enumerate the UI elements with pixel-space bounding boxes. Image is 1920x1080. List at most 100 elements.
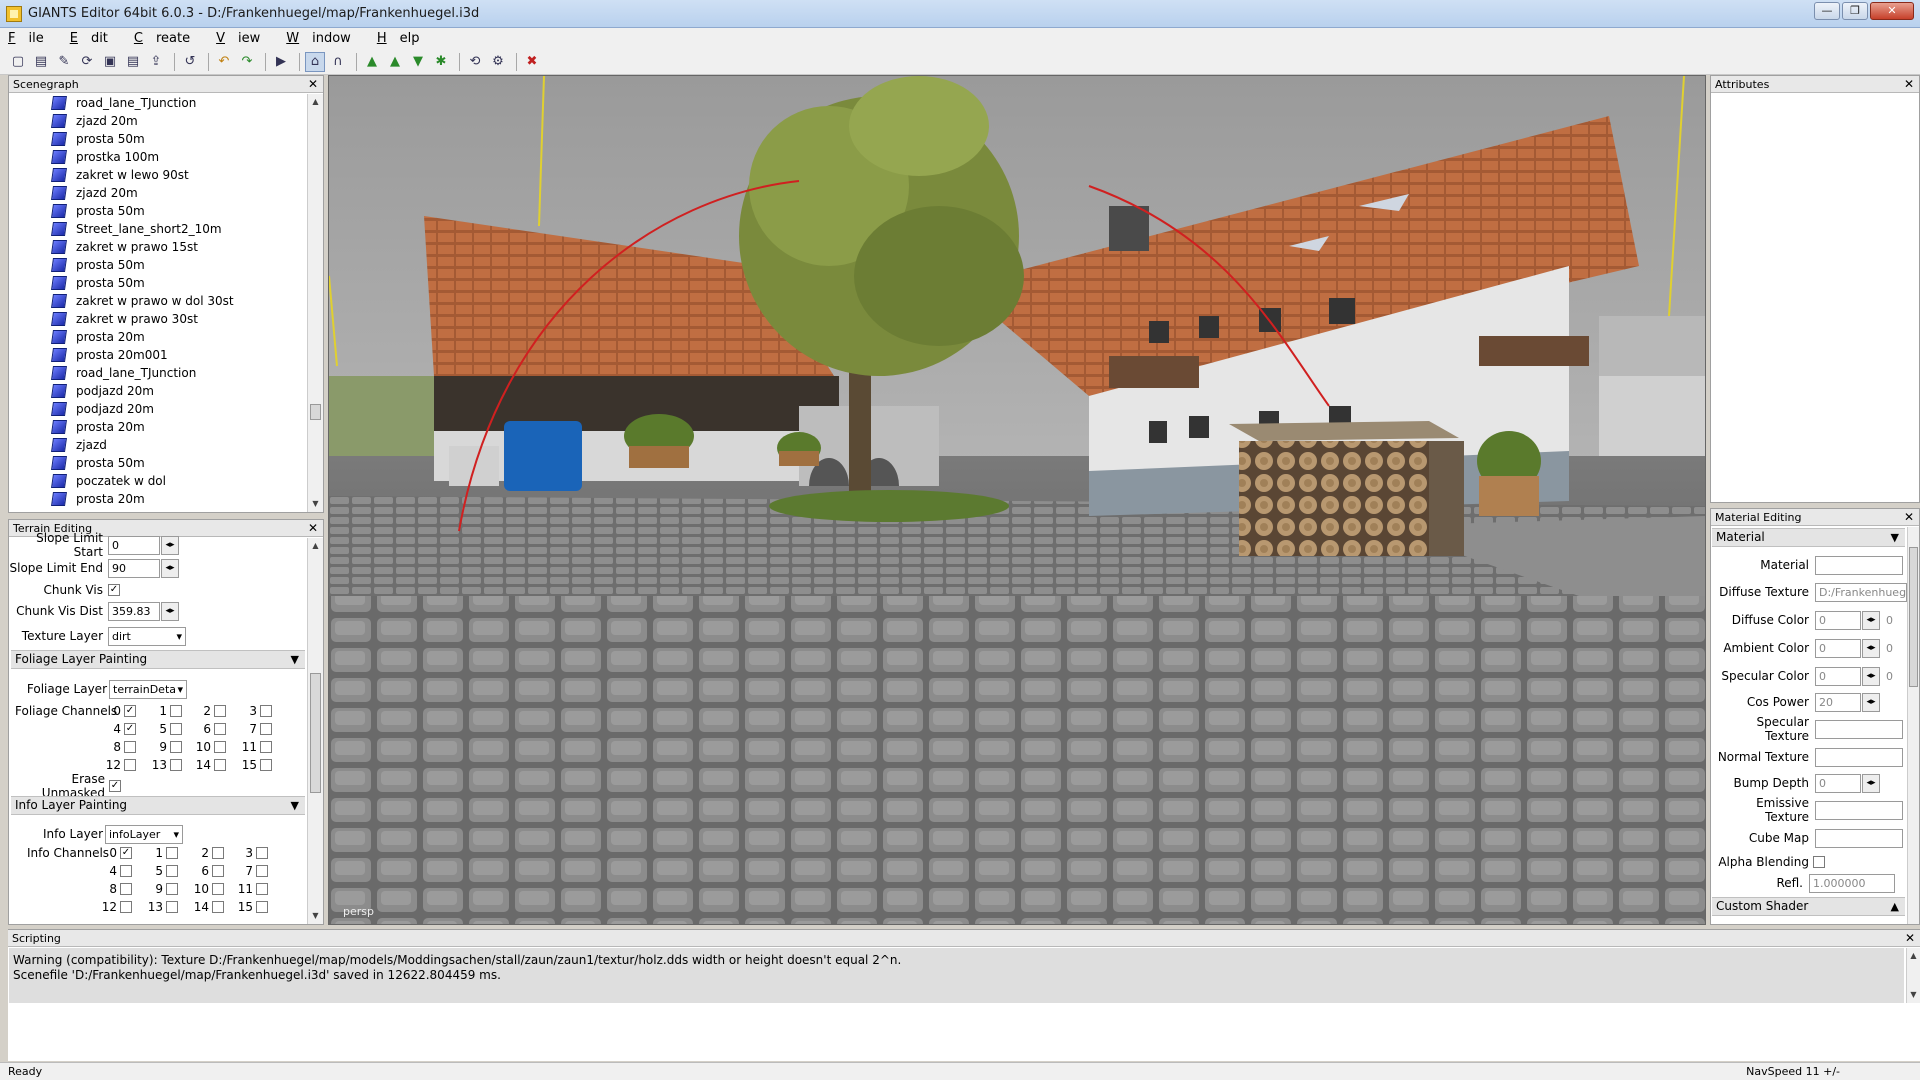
settings-icon[interactable]: ⚙ [488,52,508,72]
slope-limit-start-input[interactable]: 0 [108,535,160,555]
edit-icon[interactable]: ✎ [54,52,74,72]
tree-item[interactable]: prosta 50m [10,130,305,148]
channel-checkbox[interactable] [170,741,182,753]
material-input[interactable] [1815,555,1903,575]
channel-checkbox[interactable] [260,723,272,735]
info-channel-14[interactable]: 14 [187,900,224,914]
terrain-down-icon[interactable]: ▼ [408,52,428,72]
info-channel-12[interactable]: 12 [95,900,132,914]
channel-checkbox[interactable] [170,759,182,771]
cos-power-input[interactable]: 20 [1815,692,1861,712]
terrain-paint-icon[interactable]: ✱ [431,52,451,72]
channel-checkbox[interactable]: ✓ [124,723,136,735]
foliage-channel-10[interactable]: 10 [189,740,226,754]
channel-checkbox[interactable] [256,901,268,913]
foliage-channel-15[interactable]: 15 [235,758,272,772]
channel-checkbox[interactable] [214,705,226,717]
tree-item[interactable]: poczatek w dol [10,472,305,490]
material-scrollbar[interactable] [1907,527,1919,924]
spin-arrows-icon[interactable]: ◂▸ [1862,773,1880,793]
open-icon[interactable]: ▤ [31,52,51,72]
import-icon[interactable]: ⇪ [146,52,166,72]
channel-checkbox[interactable] [124,741,136,753]
specular-texture-input[interactable] [1815,719,1903,739]
collapse-icon[interactable]: ▼ [291,797,299,814]
foliage-channel-9[interactable]: 9 [145,740,182,754]
tree-item[interactable]: zjazd 20m [10,112,305,130]
foliage-channel-4[interactable]: 4 ✓ [99,722,136,736]
tree-item[interactable]: prosta 20m [10,328,305,346]
slope-limit-end-input[interactable]: 90 [108,558,160,578]
scroll-down-icon[interactable]: ▼ [1907,987,1920,1003]
channel-checkbox[interactable] [212,865,224,877]
chunk-vis-dist-input[interactable]: 359.83 [108,601,160,621]
channel-checkbox[interactable] [214,723,226,735]
channel-checkbox[interactable] [212,883,224,895]
channel-checkbox[interactable] [214,741,226,753]
tree-item[interactable]: road_lane_TJunction [10,364,305,382]
foliage-channel-8[interactable]: 8 [99,740,136,754]
tree-item[interactable]: prosta 20m [10,418,305,436]
close-icon[interactable]: ✕ [1905,930,1915,947]
redo-icon[interactable]: ↷ [237,52,257,72]
spin-arrows-icon[interactable]: ◂▸ [1862,638,1880,658]
info-channel-11[interactable]: 11 [231,882,268,896]
foliage-channel-2[interactable]: 2 [189,704,226,718]
foliage-channel-1[interactable]: 1 [145,704,182,718]
scroll-thumb[interactable] [310,673,321,793]
foliage-layer-painting-section[interactable]: Foliage Layer Painting ▼ [11,650,305,669]
foliage-channel-5[interactable]: 5 [145,722,182,736]
terrain-icon[interactable]: ▲ [362,52,382,72]
channel-checkbox[interactable] [260,741,272,753]
maximize-button[interactable]: ❐ [1842,2,1868,20]
move-mode-icon[interactable]: ∩ [328,52,348,72]
terrain-scrollbar[interactable]: ▲ ▼ [307,538,323,924]
foliage-channel-6[interactable]: 6 [189,722,226,736]
script-input[interactable] [9,1005,1904,1060]
spin-arrows-icon[interactable]: ◂▸ [161,535,179,555]
info-channel-8[interactable]: 8 [95,882,132,896]
save-icon[interactable]: ▣ [100,52,120,72]
tree-item[interactable]: podjazd 20m [10,400,305,418]
play-icon[interactable]: ▶ [271,52,291,72]
normal-texture-input[interactable] [1815,747,1903,767]
scroll-thumb[interactable] [310,404,321,420]
channel-checkbox[interactable] [212,901,224,913]
close-icon[interactable]: ✕ [1904,509,1914,526]
undo-icon[interactable]: ↶ [214,52,234,72]
save-as-icon[interactable]: ▤ [123,52,143,72]
close-icon[interactable]: ✕ [1904,76,1914,93]
tree-item[interactable]: zakret w prawo 30st [10,310,305,328]
scroll-thumb[interactable] [1909,547,1918,687]
new-icon[interactable]: ▢ [8,52,28,72]
undo-history-icon[interactable]: ↺ [180,52,200,72]
channel-checkbox[interactable] [260,705,272,717]
tree-item[interactable]: prosta 50m [10,274,305,292]
tree-item[interactable]: prosta 50m [10,454,305,472]
channel-checkbox[interactable] [124,759,136,771]
foliage-channel-7[interactable]: 7 [235,722,272,736]
diffuse-texture-input[interactable]: D:/Frankenhueg [1815,582,1907,602]
menu-create[interactable]: Create [134,31,203,46]
texture-layer-select[interactable]: dirt [108,626,186,646]
foliage-channel-0[interactable]: 0 ✓ [99,704,136,718]
minimize-button[interactable]: — [1814,2,1840,20]
foliage-channel-3[interactable]: 3 [235,704,272,718]
reload-icon[interactable]: ⟳ [77,52,97,72]
expand-icon[interactable]: ▲ [1891,898,1899,915]
channel-checkbox[interactable] [260,759,272,771]
foliage-layer-select[interactable]: terrainDeta [109,679,187,699]
specular-color-input-2[interactable]: 0 [1886,670,1893,683]
channel-checkbox[interactable] [120,901,132,913]
tree-item[interactable]: prostka 100m [10,148,305,166]
diffuse-color-input-2[interactable]: 0 [1886,614,1893,627]
erase-unmasked-checkbox[interactable]: ✓ [109,780,121,792]
menu-edit[interactable]: Edit [70,31,121,46]
info-channel-10[interactable]: 10 [187,882,224,896]
spin-arrows-icon[interactable]: ◂▸ [161,558,179,578]
channel-checkbox[interactable] [166,865,178,877]
log-scrollbar[interactable]: ▲ ▼ [1906,948,1920,1003]
channel-checkbox[interactable] [256,847,268,859]
info-channel-15[interactable]: 15 [231,900,268,914]
material-section[interactable]: Material ▼ [1712,528,1905,547]
